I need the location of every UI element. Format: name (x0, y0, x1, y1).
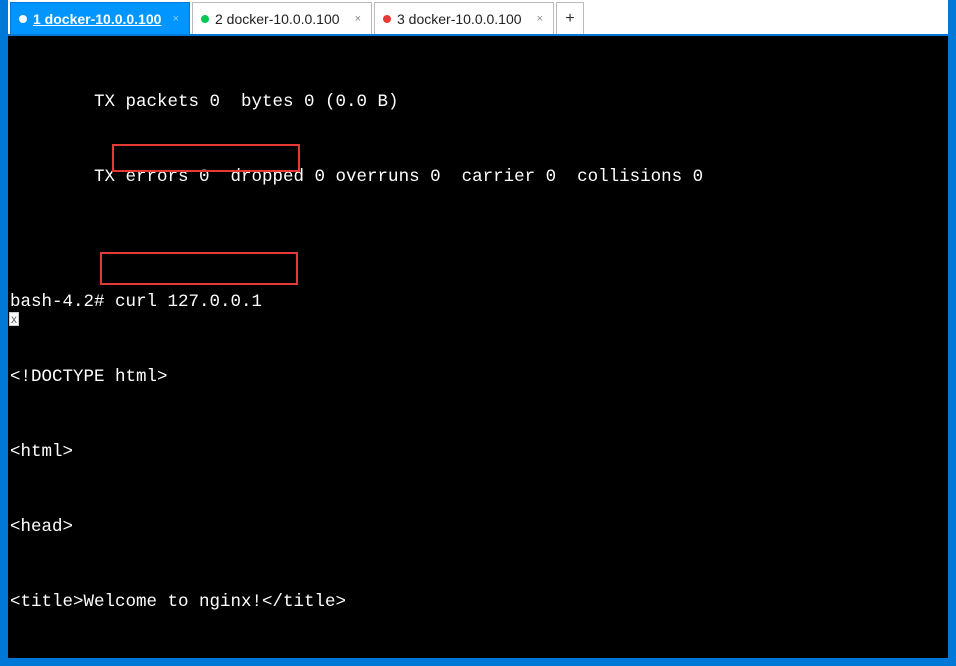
tab-bar: 1 docker-10.0.0.100 × 2 docker-10.0.0.10… (8, 0, 948, 36)
close-icon[interactable]: × (171, 13, 181, 25)
stray-x-icon: x (9, 312, 19, 326)
terminal-output[interactable]: TX packets 0 bytes 0 (0.0 B) TX errors 0… (8, 36, 948, 658)
tab-label: 1 docker-10.0.0.100 (33, 11, 161, 27)
status-dot-icon (19, 15, 27, 23)
terminal-line: <html> (10, 440, 946, 465)
close-icon[interactable]: × (535, 13, 545, 25)
new-tab-button[interactable]: + (556, 2, 584, 34)
tab-1[interactable]: 1 docker-10.0.0.100 × (10, 2, 190, 34)
terminal-line: TX errors 0 dropped 0 overruns 0 carrier… (10, 165, 946, 190)
close-icon[interactable]: × (353, 13, 363, 25)
terminal-line: <head> (10, 515, 946, 540)
tab-3[interactable]: 3 docker-10.0.0.100 × (374, 2, 554, 34)
terminal-line: bash-4.2# curl 127.0.0.1 (10, 290, 946, 315)
status-dot-icon (201, 15, 209, 23)
terminal-line: <title>Welcome to nginx!</title> (10, 590, 946, 615)
highlight-box-title (100, 252, 298, 285)
tab-label: 3 docker-10.0.0.100 (397, 11, 522, 27)
tab-2[interactable]: 2 docker-10.0.0.100 × (192, 2, 372, 34)
plus-icon: + (565, 10, 574, 28)
terminal-line: TX packets 0 bytes 0 (0.0 B) (10, 90, 946, 115)
terminal-line: <!DOCTYPE html> (10, 365, 946, 390)
tab-label: 2 docker-10.0.0.100 (215, 11, 340, 27)
status-dot-icon (383, 15, 391, 23)
